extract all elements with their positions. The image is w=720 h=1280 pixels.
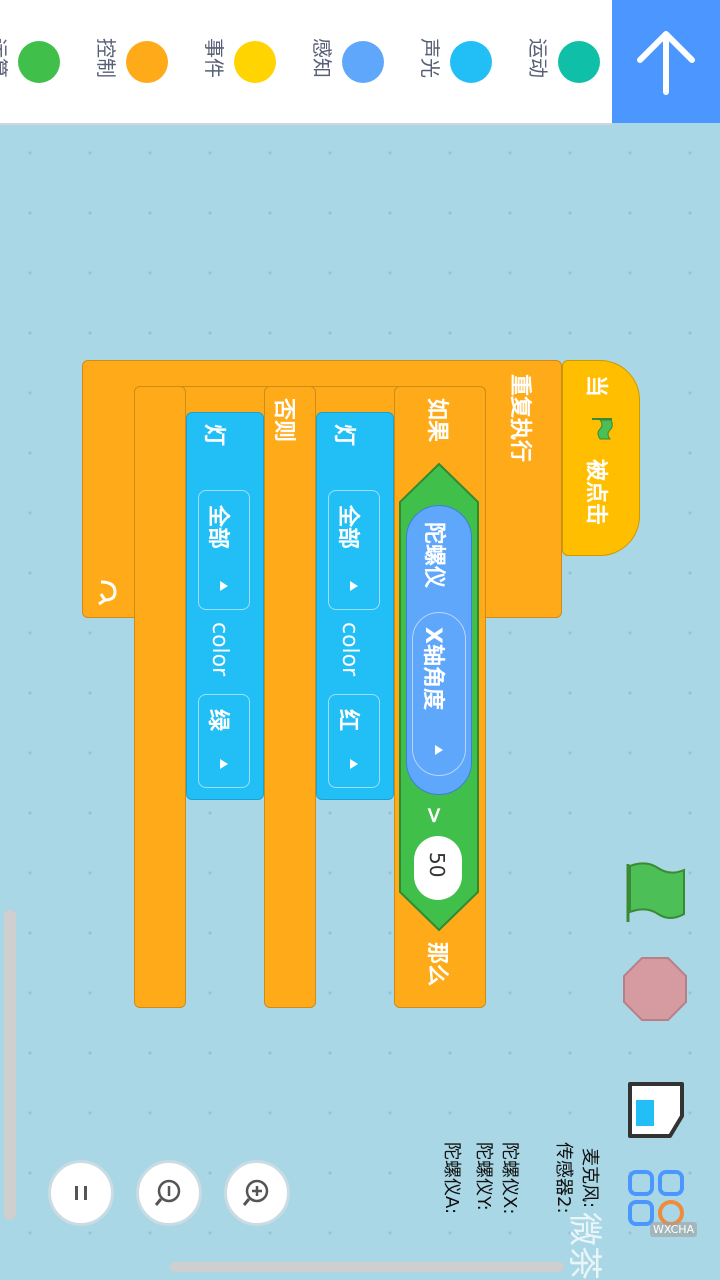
readout-sensor2: 传感器2: (553, 1142, 574, 1214)
green-flag-icon (592, 418, 613, 440)
category-label: 运算 (0, 38, 10, 78)
vertical-scrollbar[interactable] (4, 910, 16, 1220)
stop-button[interactable] (622, 956, 688, 1022)
readout-mic: 麦克风: (579, 1148, 600, 1209)
color-dropdown[interactable]: 红 (328, 694, 380, 788)
horizontal-scrollbar[interactable] (170, 1262, 564, 1272)
category-operators[interactable]: 运算 (0, 0, 70, 123)
zoom-out-icon (154, 1179, 181, 1206)
extensions-icon[interactable] (626, 1168, 686, 1228)
category-label: 声光 (418, 38, 442, 78)
when-flag-clicked-block[interactable]: 当 被点击 (562, 360, 640, 556)
category-label: 感知 (310, 38, 334, 78)
axis-dropdown[interactable]: X轴角度 (412, 612, 466, 776)
gyro-label: 陀螺仪 (421, 522, 446, 589)
target-value: 全部 (335, 505, 360, 550)
readout-gyro-a: 陀螺仪A: (441, 1142, 462, 1215)
then-label: 那么 (424, 942, 449, 987)
zoom-in-icon (242, 1179, 269, 1206)
device-icon[interactable] (626, 1080, 686, 1140)
chevron-down-icon (350, 581, 358, 591)
pause-button[interactable] (48, 1160, 114, 1226)
else-label: 否则 (271, 398, 296, 443)
operators-dot-icon (18, 41, 60, 83)
upload-button[interactable] (612, 0, 720, 123)
chevron-down-icon (350, 759, 358, 769)
color-word: color (207, 622, 232, 677)
light-label: 灯 (331, 424, 356, 447)
color-dropdown[interactable]: 绿 (198, 694, 250, 788)
watermark-logo: 微茶 (564, 1212, 604, 1280)
sensing-dot-icon (342, 41, 384, 83)
category-motion[interactable]: 运动 (510, 0, 610, 123)
category-control[interactable]: 控制 (78, 0, 178, 123)
readout-gyro-x: 陀螺仪X: (499, 1142, 520, 1215)
color-word: color (337, 622, 362, 677)
chevron-down-icon (220, 759, 228, 769)
category-label: 运动 (526, 38, 550, 78)
control-dot-icon (126, 41, 168, 83)
arrow-up-icon (637, 31, 695, 95)
chevron-down-icon (435, 745, 443, 755)
zoom-out-button[interactable] (136, 1160, 202, 1226)
chevron-down-icon (220, 581, 228, 591)
forever-label: 重复执行 (507, 374, 532, 463)
watermark-sub: WXCHA (650, 1222, 698, 1237)
value-input[interactable]: 50 (414, 836, 462, 900)
operator-label: > (421, 806, 446, 825)
category-label: 控制 (94, 38, 118, 78)
value-text: 50 (425, 852, 449, 878)
zoom-in-button[interactable] (224, 1160, 290, 1226)
color-value: 红 (335, 709, 360, 732)
target-dropdown[interactable]: 全部 (198, 490, 250, 610)
target-value: 全部 (205, 505, 230, 550)
events-dot-icon (234, 41, 276, 83)
axis-value: X轴角度 (420, 627, 445, 710)
pause-icon (75, 1186, 87, 1200)
green-flag-button[interactable] (622, 860, 688, 926)
color-value: 绿 (205, 709, 230, 732)
category-events[interactable]: 事件 (186, 0, 286, 123)
sound-light-dot-icon (450, 41, 492, 83)
category-sound-light[interactable]: 声光 (402, 0, 502, 123)
light-label: 灯 (201, 424, 226, 447)
readout-gyro-y: 陀螺仪Y: (473, 1142, 494, 1211)
if-label: 如果 (424, 398, 449, 443)
repeat-arrow-icon (98, 580, 117, 606)
motion-dot-icon (558, 41, 600, 83)
category-sensing[interactable]: 感知 (294, 0, 394, 123)
target-dropdown[interactable]: 全部 (328, 490, 380, 610)
hat-suffix: 被点击 (583, 459, 608, 526)
hat-prefix: 当 (583, 375, 608, 398)
category-label: 事件 (202, 38, 226, 78)
